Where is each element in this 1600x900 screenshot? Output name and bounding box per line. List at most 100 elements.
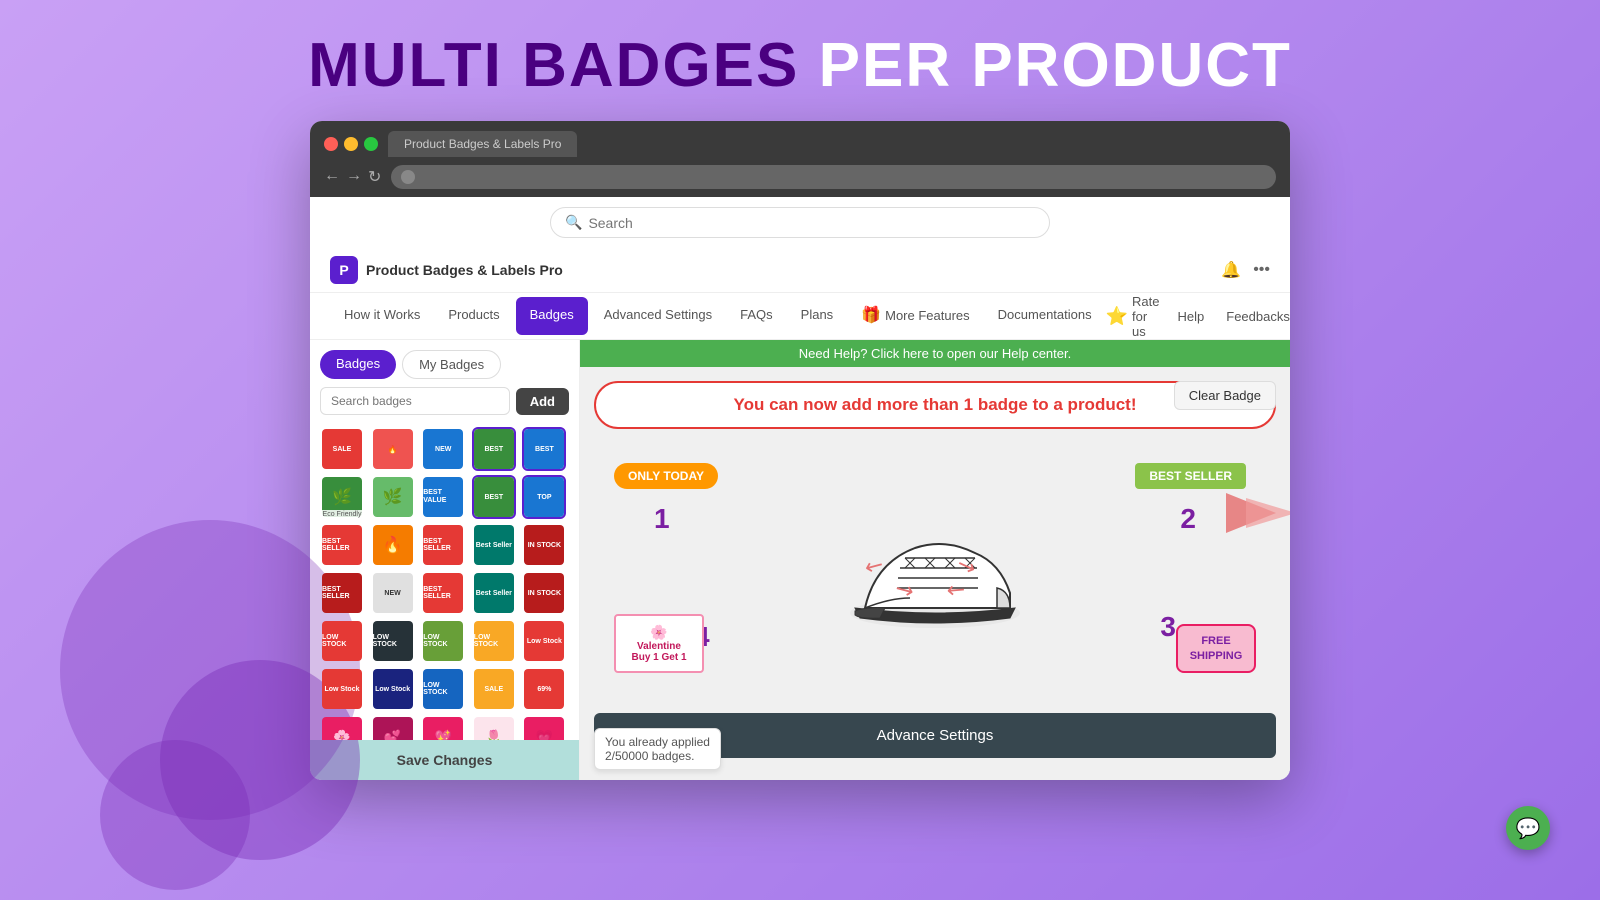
sidebar-tab-my-badges[interactable]: My Badges: [402, 350, 501, 379]
badge-item[interactable]: BEST: [472, 475, 516, 519]
chat-icon: 💬: [1516, 816, 1541, 841]
valentine-sub: Buy 1 Get 1: [626, 652, 692, 663]
badge-item[interactable]: BEST VALUE: [421, 475, 465, 519]
bg-circle-3: [100, 740, 250, 890]
chat-button[interactable]: 💬: [1506, 806, 1550, 850]
browser-window: Product Badges & Labels Pro ← → ↻ 🔍: [310, 121, 1290, 780]
nav-buttons: ← → ↻: [324, 167, 381, 187]
app-header-actions: 🔔 •••: [1221, 260, 1270, 280]
tab-documentations[interactable]: Documentations: [984, 297, 1106, 335]
tab-rate-us[interactable]: ⭐ Rate for us: [1106, 294, 1160, 339]
tab-badges[interactable]: Badges: [516, 297, 588, 335]
applied-notice-line1: You already applied: [605, 735, 710, 749]
rate-label: Rate for us: [1132, 294, 1159, 339]
badge-item[interactable]: IN STOCK: [522, 523, 566, 567]
badge-free-shipping: FREE SHIPPING: [1176, 624, 1256, 673]
badge-valentine: 🌸 Valentine Buy 1 Get 1: [614, 614, 704, 673]
search-input-wrapper: 🔍: [550, 207, 1050, 238]
nav-tabs-left: How it Works Products Badges Advanced Se…: [330, 293, 1106, 339]
badge-item[interactable]: 💗: [522, 715, 566, 740]
num-label-1: 1: [654, 503, 670, 535]
help-banner[interactable]: Need Help? Click here to open our Help c…: [580, 340, 1290, 367]
arrow-decoration: [1226, 483, 1290, 548]
badge-item[interactable]: 🌿: [371, 475, 415, 519]
free-shipping-line2: SHIPPING: [1188, 649, 1244, 663]
page-title: MULTI BADGES PER PRODUCT: [0, 0, 1600, 121]
sidebar-tab-badges[interactable]: Badges: [320, 350, 396, 379]
eco-label: Eco Friendly: [320, 510, 364, 519]
app-name: Product Badges & Labels Pro: [366, 262, 563, 278]
badge-item[interactable]: LOW STOCK: [320, 619, 364, 663]
applied-notice: You already applied 2/50000 badges.: [594, 728, 721, 770]
badge-item[interactable]: LOW STOCK: [421, 619, 465, 663]
badge-item[interactable]: Best Seller: [472, 523, 516, 567]
badge-item[interactable]: SALE: [472, 667, 516, 711]
tab-how-it-works[interactable]: How it Works: [330, 297, 434, 335]
tab-help[interactable]: Help: [1174, 299, 1209, 334]
app-header: P Product Badges & Labels Pro 🔔 •••: [310, 248, 1290, 293]
search-input[interactable]: [588, 215, 1035, 231]
num-label-2: 2: [1180, 503, 1196, 535]
badge-item[interactable]: BEST SELLER: [421, 523, 465, 567]
nav-tabs: How it Works Products Badges Advanced Se…: [310, 293, 1290, 340]
badge-item[interactable]: LOW STOCK: [371, 619, 415, 663]
more-icon[interactable]: •••: [1253, 261, 1270, 279]
nav-tabs-right: ⭐ Rate for us Help Feedbacks: [1106, 294, 1290, 339]
valentine-label: Valentine: [626, 641, 692, 652]
clear-badge-button[interactable]: Clear Badge: [1174, 381, 1276, 410]
main-layout: Badges My Badges Add SALE 🔥 NEW BEST BES…: [310, 340, 1290, 780]
tab-faqs[interactable]: FAQs: [726, 297, 787, 335]
app-content: 🔍 P Product Badges & Labels Pro 🔔 ••• Ho…: [310, 197, 1290, 780]
badge-item-selected-2[interactable]: BEST: [522, 427, 566, 471]
sidebar-tab-row: Badges My Badges: [310, 340, 579, 379]
badge-search-row: Add: [310, 379, 579, 423]
browser-tab[interactable]: Product Badges & Labels Pro: [388, 131, 577, 157]
badge-item[interactable]: 🌷: [472, 715, 516, 740]
badge-item[interactable]: LOW STOCK: [472, 619, 516, 663]
add-button[interactable]: Add: [516, 388, 569, 415]
badge-item[interactable]: BEST SELLER: [421, 571, 465, 615]
badge-item[interactable]: 🌸: [320, 715, 364, 740]
secure-icon: [401, 170, 415, 184]
badge-item[interactable]: Low Stock: [522, 619, 566, 663]
badge-item[interactable]: 🔥: [371, 523, 415, 567]
traffic-light-close[interactable]: [324, 137, 338, 151]
badge-item[interactable]: 🌿 Eco Friendly: [320, 475, 364, 519]
badge-item[interactable]: NEW: [371, 571, 415, 615]
tab-plans[interactable]: Plans: [787, 297, 848, 335]
address-bar[interactable]: [391, 165, 1276, 189]
tab-products[interactable]: Products: [434, 297, 513, 335]
tab-more-features[interactable]: 🎁More Features: [847, 295, 983, 338]
refresh-button[interactable]: ↻: [368, 167, 381, 187]
badge-item[interactable]: 69%: [522, 667, 566, 711]
tab-advanced-settings[interactable]: Advanced Settings: [590, 297, 726, 335]
title-purple: MULTI BADGES: [308, 31, 799, 100]
product-area: ONLY TODAY BEST SELLER 1 2 ↙ ↘ ↙: [594, 443, 1276, 703]
notification-icon[interactable]: 🔔: [1221, 260, 1241, 280]
badge-search-input[interactable]: [320, 387, 510, 415]
badge-item[interactable]: IN STOCK: [522, 571, 566, 615]
traffic-light-maximize[interactable]: [364, 137, 378, 151]
num-label-3: 3: [1160, 611, 1176, 643]
badge-item-selected[interactable]: BEST: [472, 427, 516, 471]
badge-item[interactable]: LOW STOCK: [421, 667, 465, 711]
badge-item[interactable]: 🔥: [371, 427, 415, 471]
badge-item[interactable]: NEW: [421, 427, 465, 471]
badge-item[interactable]: Best Seller: [472, 571, 516, 615]
traffic-light-minimize[interactable]: [344, 137, 358, 151]
back-button[interactable]: ←: [324, 167, 340, 187]
search-bar-row: 🔍: [310, 197, 1290, 248]
badge-item[interactable]: Low Stock: [320, 667, 364, 711]
tab-feedbacks[interactable]: Feedbacks: [1222, 299, 1290, 334]
badge-item[interactable]: BEST SELLER: [320, 571, 364, 615]
badge-item[interactable]: Low Stock: [371, 667, 415, 711]
title-white: PER PRODUCT: [819, 31, 1292, 100]
badge-item[interactable]: 💕: [371, 715, 415, 740]
search-icon: 🔍: [565, 214, 582, 231]
badge-item[interactable]: SALE: [320, 427, 364, 471]
badge-item[interactable]: TOP: [522, 475, 566, 519]
forward-button[interactable]: →: [346, 167, 362, 187]
free-shipping-line1: FREE: [1188, 634, 1244, 648]
badge-item[interactable]: BEST SELLER: [320, 523, 364, 567]
badge-item[interactable]: 💖: [421, 715, 465, 740]
